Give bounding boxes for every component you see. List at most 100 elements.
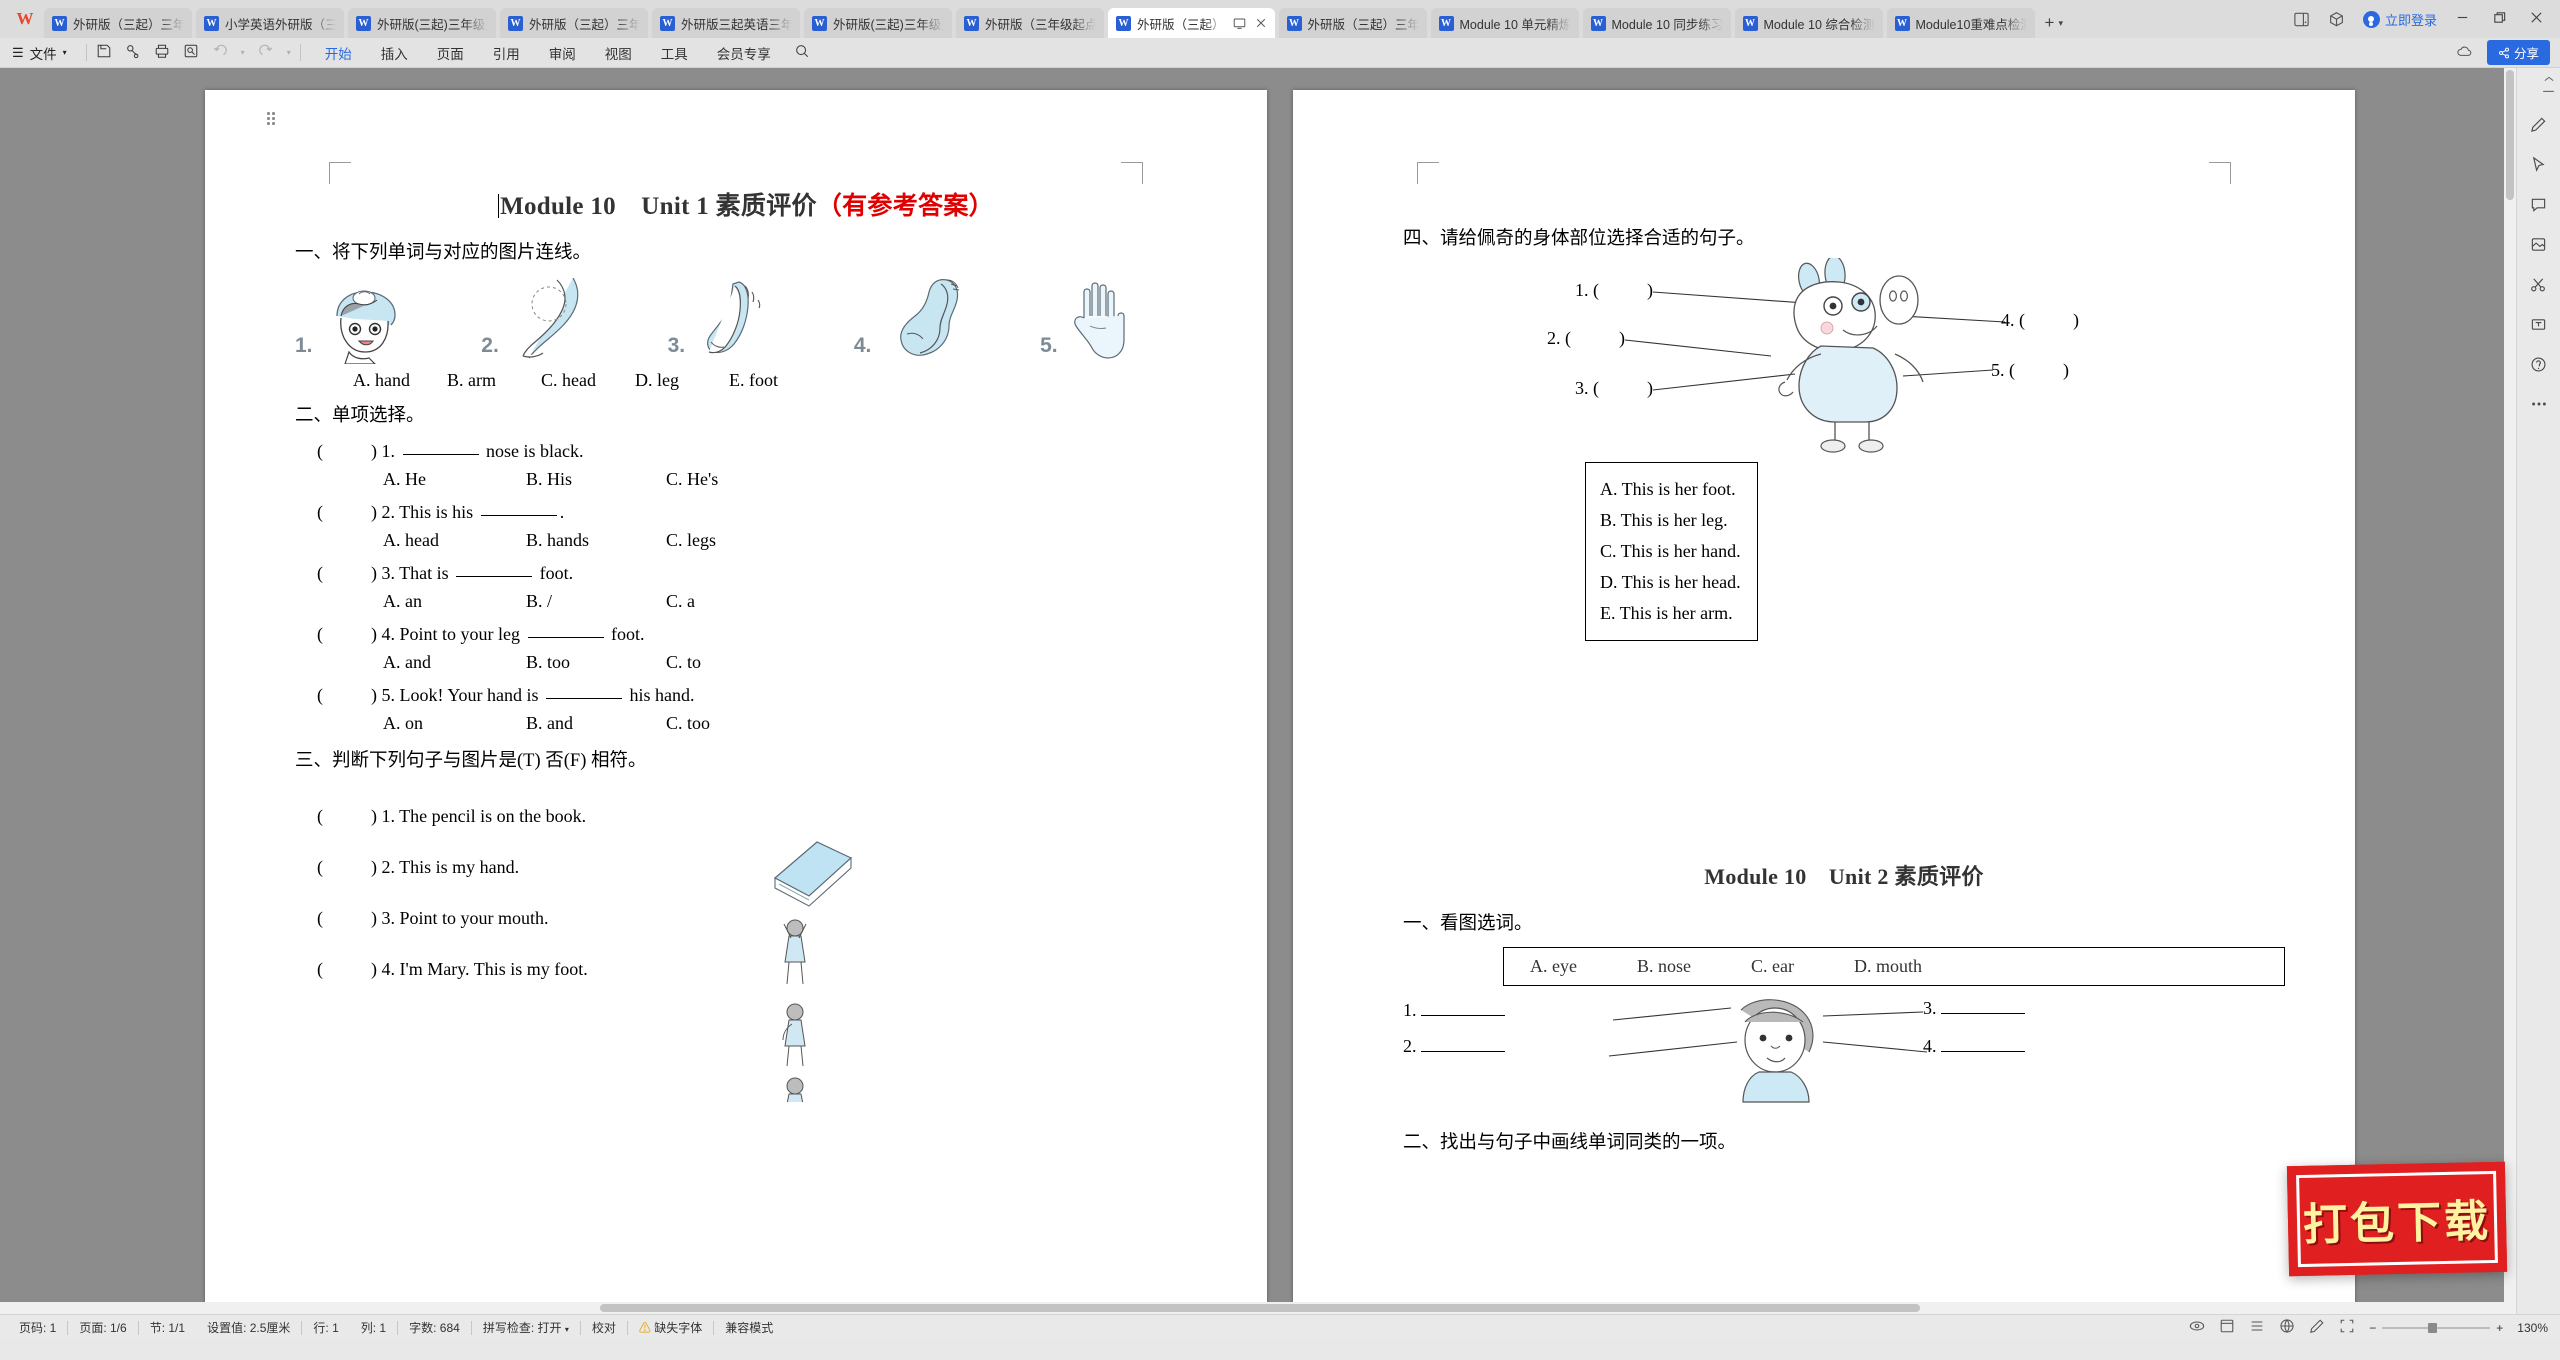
print-preview-icon[interactable] — [125, 43, 141, 62]
full-screen-icon[interactable] — [2339, 1318, 2355, 1337]
question-stem-post: . — [559, 502, 565, 522]
document-tab[interactable]: W 外研版（三年级起点） — [956, 8, 1104, 38]
document-tab[interactable]: W 外研版(三起)三年级英 — [804, 8, 952, 38]
save-icon[interactable] — [96, 43, 112, 62]
document-tab-active[interactable]: W 外研版（三起） — [1108, 8, 1275, 38]
document-tab[interactable]: W 外研版（三起）三年级 — [1278, 8, 1427, 38]
vertical-scrollbar-thumb[interactable] — [2506, 70, 2514, 200]
document-tab[interactable]: W Module 10 单元精炼 — [1430, 8, 1579, 38]
ribbon-tab-review[interactable]: 审阅 — [548, 39, 577, 67]
chevron-down-icon[interactable]: ▾ — [241, 48, 245, 57]
status-margin-value[interactable]: 设置值: 2.5厘米 — [196, 1319, 301, 1336]
margin-marker — [2209, 162, 2231, 184]
ribbon-tab-tools[interactable]: 工具 — [660, 39, 689, 67]
document-tab[interactable]: W Module 10 同步练习 — [1582, 8, 1731, 38]
zoom-slider[interactable]: − + — [2369, 1321, 2503, 1335]
print-search-icon[interactable] — [183, 43, 199, 62]
answer-paren: () 1. — [317, 441, 400, 461]
status-section[interactable]: 节: 1/1 — [139, 1319, 196, 1336]
ribbon-tab-insert[interactable]: 插入 — [380, 39, 409, 67]
ribbon-tab-references[interactable]: 引用 — [492, 39, 521, 67]
section-4-choice-box: A. This is her foot. B. This is her leg.… — [1585, 462, 1758, 641]
read-mode-icon[interactable] — [2189, 1318, 2205, 1337]
vertical-scrollbar[interactable] — [2504, 68, 2516, 1340]
zoom-out-button[interactable]: − — [2369, 1321, 2376, 1335]
section-1-pictures: 1. 2. 3. 4. 5. — [295, 278, 1197, 364]
status-missing-font[interactable]: ⚠ 缺失字体 — [628, 1319, 713, 1336]
status-spellcheck[interactable]: 拼写检查: 打开 ▾ — [472, 1319, 580, 1336]
maximize-button[interactable] — [2492, 10, 2507, 28]
minimize-button[interactable] — [2455, 10, 2470, 28]
image-tool-icon[interactable] — [2526, 234, 2552, 254]
option-e: E. foot — [729, 370, 778, 390]
answer-paren: ( — [317, 959, 323, 979]
document-tab[interactable]: W 外研版三起英语三年级 — [652, 8, 800, 38]
picture-item: 2. — [481, 278, 667, 364]
rail-collapse-button[interactable] — [2541, 74, 2556, 95]
document-tab[interactable]: W 外研版(三起)三年级英 — [348, 8, 496, 38]
edit-pen-icon[interactable] — [2526, 114, 2552, 134]
zoom-track[interactable] — [2382, 1322, 2491, 1333]
web-layout-icon[interactable] — [2279, 1318, 2295, 1337]
horizontal-scrollbar-thumb[interactable] — [600, 1304, 1920, 1312]
horizontal-scrollbar[interactable] — [0, 1302, 2516, 1314]
text-box-icon[interactable] — [2526, 314, 2552, 334]
print-icon[interactable] — [154, 43, 170, 62]
scissors-icon[interactable] — [2526, 274, 2552, 294]
cube-icon[interactable] — [2328, 11, 2345, 28]
ribbon-tab-member[interactable]: 会员专享 — [716, 39, 772, 67]
status-column[interactable]: 列: 1 — [350, 1319, 397, 1336]
document-page-right[interactable]: 四、请给佩奇的身体部位选择合适的句子。 1. () 2. () 3. ()… — [1293, 90, 2355, 1340]
ribbon-tab-page[interactable]: 页面 — [436, 39, 465, 67]
document-page-left[interactable]: Module 10 Unit 1 素质评价（有参考答案） 一、将下列单词与对应的… — [205, 90, 1267, 1340]
page-layout-icon[interactable] — [2219, 1318, 2235, 1337]
close-window-button[interactable] — [2529, 10, 2544, 28]
help-icon[interactable] — [2526, 354, 2552, 374]
sidebar-panel-icon[interactable] — [2293, 11, 2310, 28]
status-word-count[interactable]: 字数: 684 — [398, 1319, 471, 1336]
title-answer-note: （有参考答案） — [816, 193, 994, 220]
zoom-in-button[interactable]: + — [2496, 1321, 2503, 1335]
answer-blank — [546, 698, 623, 699]
search-icon[interactable] — [794, 43, 810, 62]
answer-paren: ( — [317, 806, 323, 826]
status-page-count[interactable]: 页面: 1/6 — [68, 1319, 137, 1336]
share-button[interactable]: 分享 — [2486, 40, 2550, 65]
chevron-down-icon[interactable]: ▾ — [63, 48, 67, 57]
paragraph-drag-handle[interactable] — [267, 112, 275, 128]
chevron-up-icon — [2544, 76, 2553, 82]
document-tab[interactable]: W 小学英语外研版（三年 — [196, 8, 344, 38]
cast-icon[interactable] — [1233, 17, 1246, 30]
chevron-down-icon[interactable]: ▾ — [287, 48, 291, 57]
document-tab[interactable]: W 外研版（三起）三年级 — [500, 8, 648, 38]
chevron-down-icon[interactable]: ▾ — [565, 1325, 569, 1334]
chevron-down-icon[interactable]: ▾ — [2058, 18, 2063, 29]
close-icon[interactable] — [1255, 17, 1267, 29]
edit-mode-icon[interactable] — [2309, 1318, 2325, 1337]
word-file-icon: W — [1116, 15, 1131, 31]
tf-item: () 2. This is my hand. — [295, 857, 1197, 878]
ribbon-tab-home[interactable]: 开始 — [323, 39, 353, 70]
title-main: Module 10 Unit 1 素质评价 — [500, 193, 817, 220]
outline-view-icon[interactable] — [2249, 1318, 2265, 1337]
status-page-number[interactable]: 页码: 1 — [8, 1319, 67, 1336]
redo-icon[interactable] — [258, 43, 274, 62]
login-button[interactable]: 立即登录 — [2362, 10, 2437, 29]
more-options-icon[interactable] — [2526, 394, 2552, 414]
ribbon-tab-list: 开始 插入 页面 引用 审阅 视图 工具 会员专享 — [323, 39, 772, 70]
file-menu-button[interactable]: ☰ 文件 ▾ — [12, 43, 77, 63]
face-number-2: 2. — [1403, 1036, 1505, 1057]
status-line[interactable]: 行: 1 — [302, 1319, 349, 1336]
document-tab[interactable]: W Module10重难点检测 — [1886, 8, 2035, 38]
comment-icon[interactable] — [2526, 194, 2552, 214]
document-tab[interactable]: W 外研版（三起）三年级 — [44, 8, 192, 38]
ribbon-tab-view[interactable]: 视图 — [604, 39, 633, 67]
document-tab[interactable]: W Module 10 综合检测 — [1734, 8, 1883, 38]
status-compat-mode[interactable]: 兼容模式 — [714, 1319, 784, 1336]
select-cursor-icon[interactable] — [2526, 154, 2552, 174]
cloud-sync-icon[interactable] — [2456, 43, 2473, 63]
zoom-level-label[interactable]: 130% — [2517, 1321, 2548, 1335]
status-proofread[interactable]: 校对 — [581, 1319, 627, 1336]
new-tab-button[interactable]: + ▾ — [2039, 8, 2069, 38]
undo-icon[interactable] — [212, 43, 228, 62]
